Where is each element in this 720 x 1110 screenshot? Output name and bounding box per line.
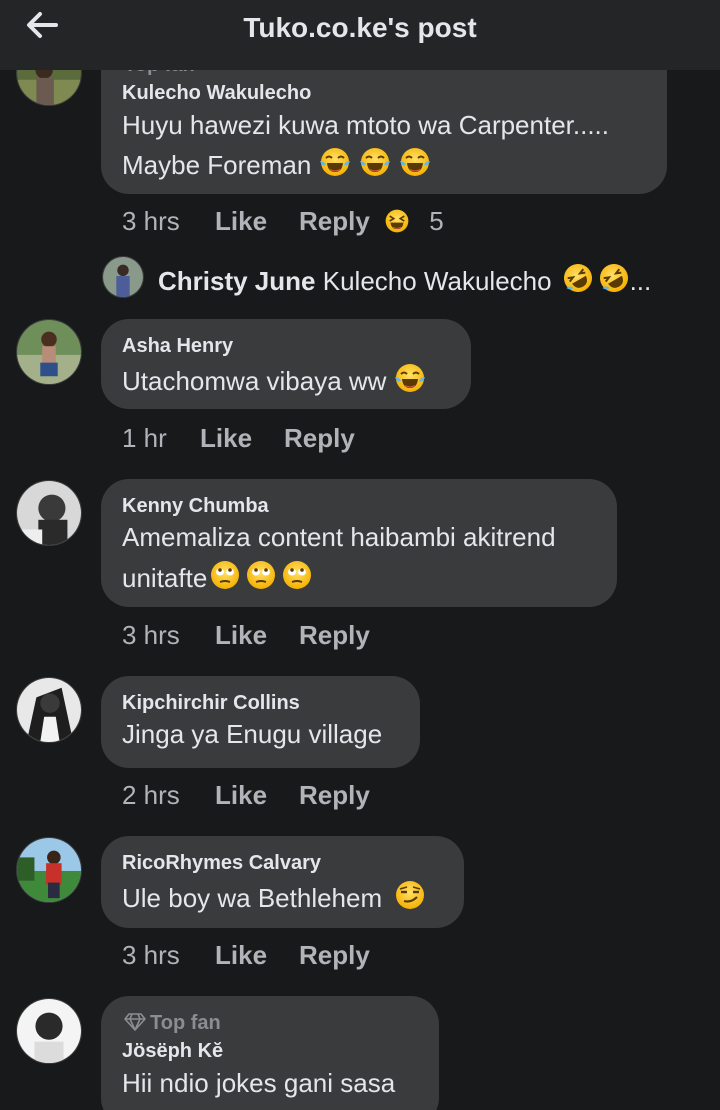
tears-of-joy-icon bbox=[394, 362, 426, 394]
comment-text: Hii ndio jokes gani sasa bbox=[122, 1068, 396, 1098]
reply-author[interactable]: Christy June bbox=[158, 266, 316, 296]
top-fan-badge: Top fan bbox=[124, 1012, 221, 1035]
like-button[interactable]: Like bbox=[200, 423, 252, 454]
avatar[interactable] bbox=[16, 837, 82, 903]
comment-text: Maybe Foreman bbox=[122, 146, 431, 181]
reaction-summary[interactable]: 5 bbox=[384, 206, 444, 237]
avatar[interactable] bbox=[16, 480, 82, 546]
comment-time: 3 hrs bbox=[122, 940, 180, 970]
like-button[interactable]: Like bbox=[215, 620, 267, 651]
reply-preview[interactable]: Christy June Kulecho Wakulecho... bbox=[158, 262, 651, 297]
top-bar: Tuko.co.ke's post bbox=[0, 0, 720, 70]
reply-button[interactable]: Reply bbox=[299, 206, 370, 237]
laughing-icon bbox=[384, 208, 410, 234]
comment-text: Huyu hawezi kuwa mtoto wa Carpenter..... bbox=[122, 110, 610, 140]
comment-text: Amemaliza content haibambi akitrend bbox=[122, 522, 556, 552]
reply-button[interactable]: Reply bbox=[284, 423, 355, 454]
reaction-count: 5 bbox=[429, 206, 444, 236]
diamond-icon bbox=[124, 1013, 146, 1031]
commenter-name[interactable]: Jösëph Kĕ bbox=[122, 1040, 223, 1063]
comment-text: Utachomwa vibaya ww bbox=[122, 362, 426, 397]
comment-time: 2 hrs bbox=[122, 780, 180, 810]
rolling-eyes-icon bbox=[209, 559, 241, 591]
reply-button[interactable]: Reply bbox=[299, 940, 370, 971]
commenter-name[interactable]: RicoRhymes Calvary bbox=[122, 852, 321, 875]
rolling-eyes-icon bbox=[281, 559, 313, 591]
tears-of-joy-icon bbox=[359, 146, 391, 178]
avatar[interactable] bbox=[16, 677, 82, 743]
rolling-eyes-icon bbox=[245, 559, 277, 591]
like-button[interactable]: Like bbox=[215, 206, 267, 237]
comment-time: 3 hrs bbox=[122, 206, 180, 236]
reply-button[interactable]: Reply bbox=[299, 620, 370, 651]
comment-text: Jinga ya Enugu village bbox=[122, 719, 383, 749]
rolling-laughing-icon bbox=[598, 262, 630, 294]
tears-of-joy-icon bbox=[319, 146, 351, 178]
rolling-laughing-icon bbox=[562, 262, 594, 294]
avatar[interactable] bbox=[102, 256, 144, 298]
reply-text: Kulecho Wakulecho bbox=[322, 266, 552, 296]
smirk-icon bbox=[394, 879, 426, 911]
avatar[interactable] bbox=[16, 319, 82, 385]
page-title: Tuko.co.ke's post bbox=[243, 12, 477, 43]
commenter-name[interactable]: Asha Henry bbox=[122, 335, 233, 358]
comment-text: Ule boy wa Bethlehem bbox=[122, 879, 426, 914]
comment-time: 1 hr bbox=[122, 423, 167, 453]
ellipsis: ... bbox=[629, 266, 652, 296]
tears-of-joy-icon bbox=[399, 146, 431, 178]
comment-text: unitafte bbox=[122, 559, 313, 594]
like-button[interactable]: Like bbox=[215, 780, 267, 811]
comment-time: 3 hrs bbox=[122, 620, 180, 650]
reply-button[interactable]: Reply bbox=[299, 780, 370, 811]
commenter-name[interactable]: Kenny Chumba bbox=[122, 495, 269, 518]
commenter-name[interactable]: Kulecho Wakulecho bbox=[122, 82, 311, 105]
like-button[interactable]: Like bbox=[215, 940, 267, 971]
commenter-name[interactable]: Kipchirchir Collins bbox=[122, 692, 300, 715]
avatar[interactable] bbox=[16, 998, 82, 1064]
